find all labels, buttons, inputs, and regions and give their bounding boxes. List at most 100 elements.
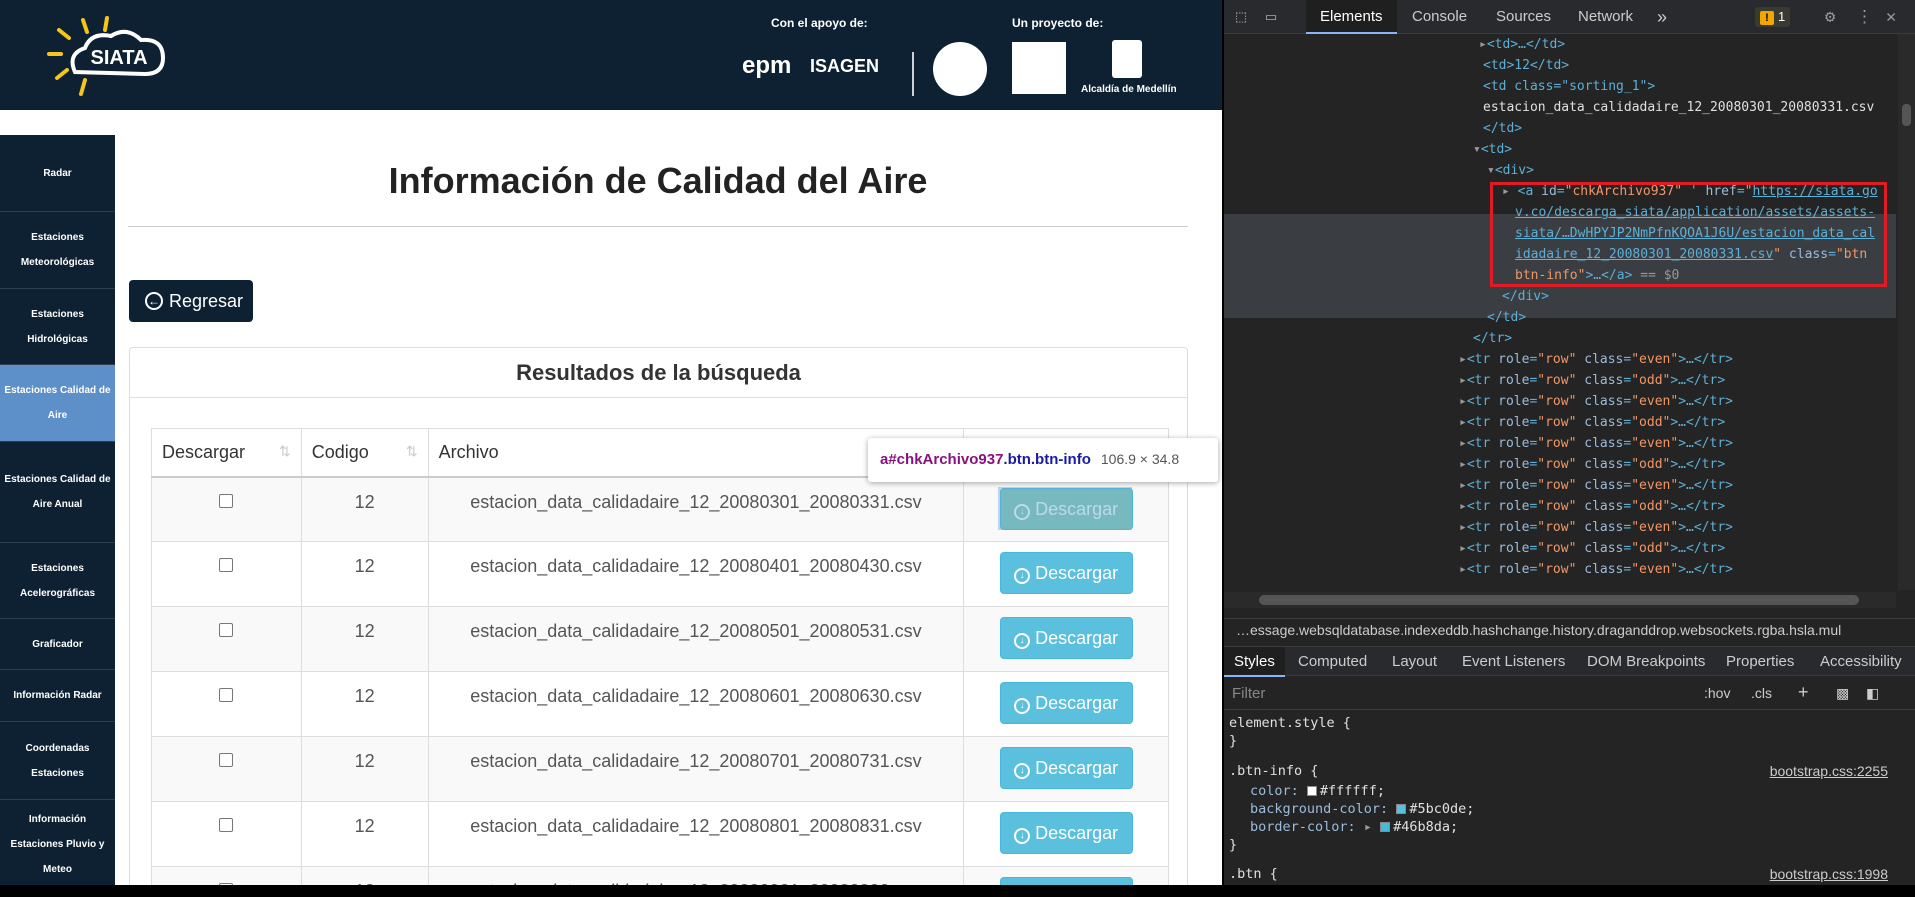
sidebar-item-informacion-radar[interactable]: Información Radar xyxy=(0,670,115,722)
btn-info-rule-selector[interactable]: .btn-info { xyxy=(1229,762,1318,780)
download-button[interactable]: ↓ Descargar xyxy=(999,617,1133,659)
hov-toggle[interactable]: :hov xyxy=(1704,685,1730,701)
dom-tr-node[interactable]: ▸<tr role="row" class="odd">…</tr> xyxy=(1224,496,1896,517)
dom-node[interactable]: </tr> xyxy=(1224,328,1896,349)
sidebar-item-meteorologicas[interactable]: Estaciones Meteorológicas xyxy=(0,212,115,289)
color-swatch-icon[interactable] xyxy=(1380,822,1391,832)
close-icon[interactable]: ✕ xyxy=(1886,7,1896,27)
dom-tr-node[interactable]: ▸<tr role="row" class="even">…</tr> xyxy=(1224,433,1896,454)
title-divider xyxy=(128,226,1188,227)
sidebar-item-acelerograficas[interactable]: Estaciones Acelerográficas xyxy=(0,543,115,619)
dom-tr-node[interactable]: ▸<tr role="row" class="odd">…</tr> xyxy=(1224,370,1896,391)
tab-elements[interactable]: Elements xyxy=(1306,0,1397,34)
dom-tr-node[interactable]: ▸<tr role="row" class="even">…</tr> xyxy=(1224,349,1896,370)
column-header-descargar[interactable]: Descargar ⇅ xyxy=(151,428,302,478)
results-heading: Resultados de la búsqueda xyxy=(130,348,1187,398)
scrollbar-thumb[interactable] xyxy=(1902,104,1911,126)
sidebar-toggle-icon[interactable]: ◧ xyxy=(1866,685,1879,702)
row-select-checkbox[interactable] xyxy=(219,818,234,832)
dom-node[interactable]: ▾<div> xyxy=(1224,160,1896,181)
download-icon: ↓ xyxy=(1014,698,1031,714)
gear-icon[interactable]: ⚙ xyxy=(1825,7,1835,27)
download-icon: ↓ xyxy=(1014,633,1031,649)
row-select-checkbox[interactable] xyxy=(219,688,234,702)
sidebar-item-radar[interactable]: Radar xyxy=(0,135,115,212)
subtab-layout[interactable]: Layout xyxy=(1392,647,1437,677)
download-button[interactable]: ↓ Descargar xyxy=(999,487,1133,530)
sort-icon[interactable]: ⇅ xyxy=(406,443,418,460)
column-header-codigo[interactable]: Codigo ⇅ xyxy=(300,428,429,478)
subtab-dom-breakpoints[interactable]: DOM Breakpoints xyxy=(1587,647,1705,677)
download-button[interactable]: ↓ Descargar xyxy=(999,552,1133,594)
row-select-checkbox[interactable] xyxy=(219,623,234,637)
subtab-styles[interactable]: Styles xyxy=(1224,647,1285,677)
download-button[interactable]: ↓ Descargar xyxy=(999,877,1133,885)
subtab-properties[interactable]: Properties xyxy=(1726,647,1794,677)
results-panel: Resultados de la búsqueda Descargar ⇅ Cod… xyxy=(129,347,1188,885)
sidebar-item-pluvio-meteo[interactable]: Información Estaciones Pluvio y Meteo xyxy=(0,800,115,885)
codigo-cell: 12 xyxy=(300,671,429,737)
archivo-cell: estacion_data_calidadaire_12_20080801_20… xyxy=(427,801,965,867)
row-select-checkbox[interactable] xyxy=(219,493,234,508)
inspect-element-icon[interactable]: ⬚ xyxy=(1236,7,1246,27)
dom-tr-node[interactable]: ▸<tr role="row" class="odd">…</tr> xyxy=(1224,454,1896,475)
dom-node[interactable]: <td>12</td> xyxy=(1224,55,1896,76)
dom-tr-node[interactable]: ▸<tr role="row" class="even">…</tr> xyxy=(1224,517,1896,538)
styles-filter-input[interactable]: Filter xyxy=(1232,685,1265,702)
scrollbar-thumb[interactable] xyxy=(1259,595,1859,605)
download-button[interactable]: ↓ Descargar xyxy=(999,812,1133,854)
dom-horizontal-scrollbar[interactable] xyxy=(1224,592,1896,608)
dom-tr-node[interactable]: ▸<tr role="row" class="odd">…</tr> xyxy=(1224,538,1896,559)
row-select-checkbox[interactable] xyxy=(219,883,234,885)
sidebar-item-coordenadas[interactable]: Coordenadas Estaciones xyxy=(0,722,115,800)
dom-node[interactable]: </td> xyxy=(1224,307,1896,328)
color-swatch-icon[interactable] xyxy=(1396,804,1407,814)
dom-breadcrumb[interactable]: …essage.websqldatabase.indexeddb.hashcha… xyxy=(1224,618,1915,640)
sidebar-item-calidad-aire-anual[interactable]: Estaciones Calidad de Aire Anual xyxy=(0,442,115,543)
dom-tr-node[interactable]: ▸<tr role="row" class="even">…</tr> xyxy=(1224,559,1896,580)
color-swatch-icon[interactable] xyxy=(1306,786,1317,796)
dom-node[interactable]: ▸<td>…</td> xyxy=(1224,34,1896,55)
dom-tr-node[interactable]: ▸<tr role="row" class="even">…</tr> xyxy=(1224,475,1896,496)
element-style-rule[interactable]: element.style { xyxy=(1229,714,1351,732)
btn-info-rule-source-link[interactable]: bootstrap.css:2255 xyxy=(1770,762,1888,780)
style-declaration[interactable]: border-color: ▸ #46b8da; xyxy=(1250,818,1458,836)
sidebar-item-hidrologicas[interactable]: Estaciones Hidrológicas xyxy=(0,289,115,365)
subtab-computed[interactable]: Computed xyxy=(1298,647,1367,677)
new-style-rule-icon[interactable]: + xyxy=(1798,682,1809,703)
btn-rule-selector[interactable]: .btn { xyxy=(1229,865,1278,883)
dom-node[interactable]: ▾<td> xyxy=(1224,139,1896,160)
tab-sources[interactable]: Sources xyxy=(1496,0,1551,34)
more-tabs-icon[interactable]: » xyxy=(1657,0,1667,34)
tab-network[interactable]: Network xyxy=(1578,0,1633,34)
dom-node[interactable]: </td> xyxy=(1224,118,1896,139)
tab-console[interactable]: Console xyxy=(1412,0,1467,34)
dom-node[interactable]: </div> xyxy=(1224,286,1896,307)
dom-node[interactable]: <td class="sorting_1"> xyxy=(1224,76,1896,97)
cls-toggle[interactable]: .cls xyxy=(1751,685,1772,701)
dom-tr-node[interactable]: ▸<tr role="row" class="odd">…</tr> xyxy=(1224,412,1896,433)
download-button[interactable]: ↓ Descargar xyxy=(999,682,1133,724)
dom-text-node[interactable]: estacion_data_calidadaire_12_20080301_20… xyxy=(1224,97,1896,118)
sort-icon[interactable]: ⇅ xyxy=(279,443,291,460)
back-button[interactable]: ← Regresar xyxy=(129,280,253,322)
warnings-badge[interactable]: ! 1 xyxy=(1755,7,1791,27)
table-row: 12 estacion_data_calidadaire_12_20080701… xyxy=(151,736,1169,802)
computed-style-icon[interactable]: ▩ xyxy=(1836,685,1849,702)
row-select-checkbox[interactable] xyxy=(219,753,234,767)
sidebar-item-calidad-aire[interactable]: Estaciones Calidad de Aire xyxy=(0,365,115,442)
style-declaration[interactable]: background-color: #5bc0de; xyxy=(1250,800,1474,818)
archivo-cell: estacion_data_calidadaire_12_20080601_20… xyxy=(427,671,965,737)
sidebar-item-graficador[interactable]: Graficador xyxy=(0,619,115,670)
subtab-accessibility[interactable]: Accessibility xyxy=(1820,647,1902,677)
btn-rule-source-link[interactable]: bootstrap.css:1998 xyxy=(1770,865,1888,883)
device-toolbar-icon[interactable]: ▭ xyxy=(1266,7,1276,27)
style-declaration[interactable]: color: #ffffff; xyxy=(1250,782,1385,800)
dom-vertical-scrollbar[interactable] xyxy=(1898,34,1915,590)
dom-tr-node[interactable]: ▸<tr role="row" class="even">…</tr> xyxy=(1224,391,1896,412)
row-select-checkbox[interactable] xyxy=(219,558,234,572)
siata-logo[interactable]: SIATA xyxy=(45,14,175,100)
subtab-event-listeners[interactable]: Event Listeners xyxy=(1462,647,1565,677)
kebab-menu-icon[interactable]: ⋮ xyxy=(1856,7,1873,27)
download-button[interactable]: ↓ Descargar xyxy=(999,747,1133,789)
